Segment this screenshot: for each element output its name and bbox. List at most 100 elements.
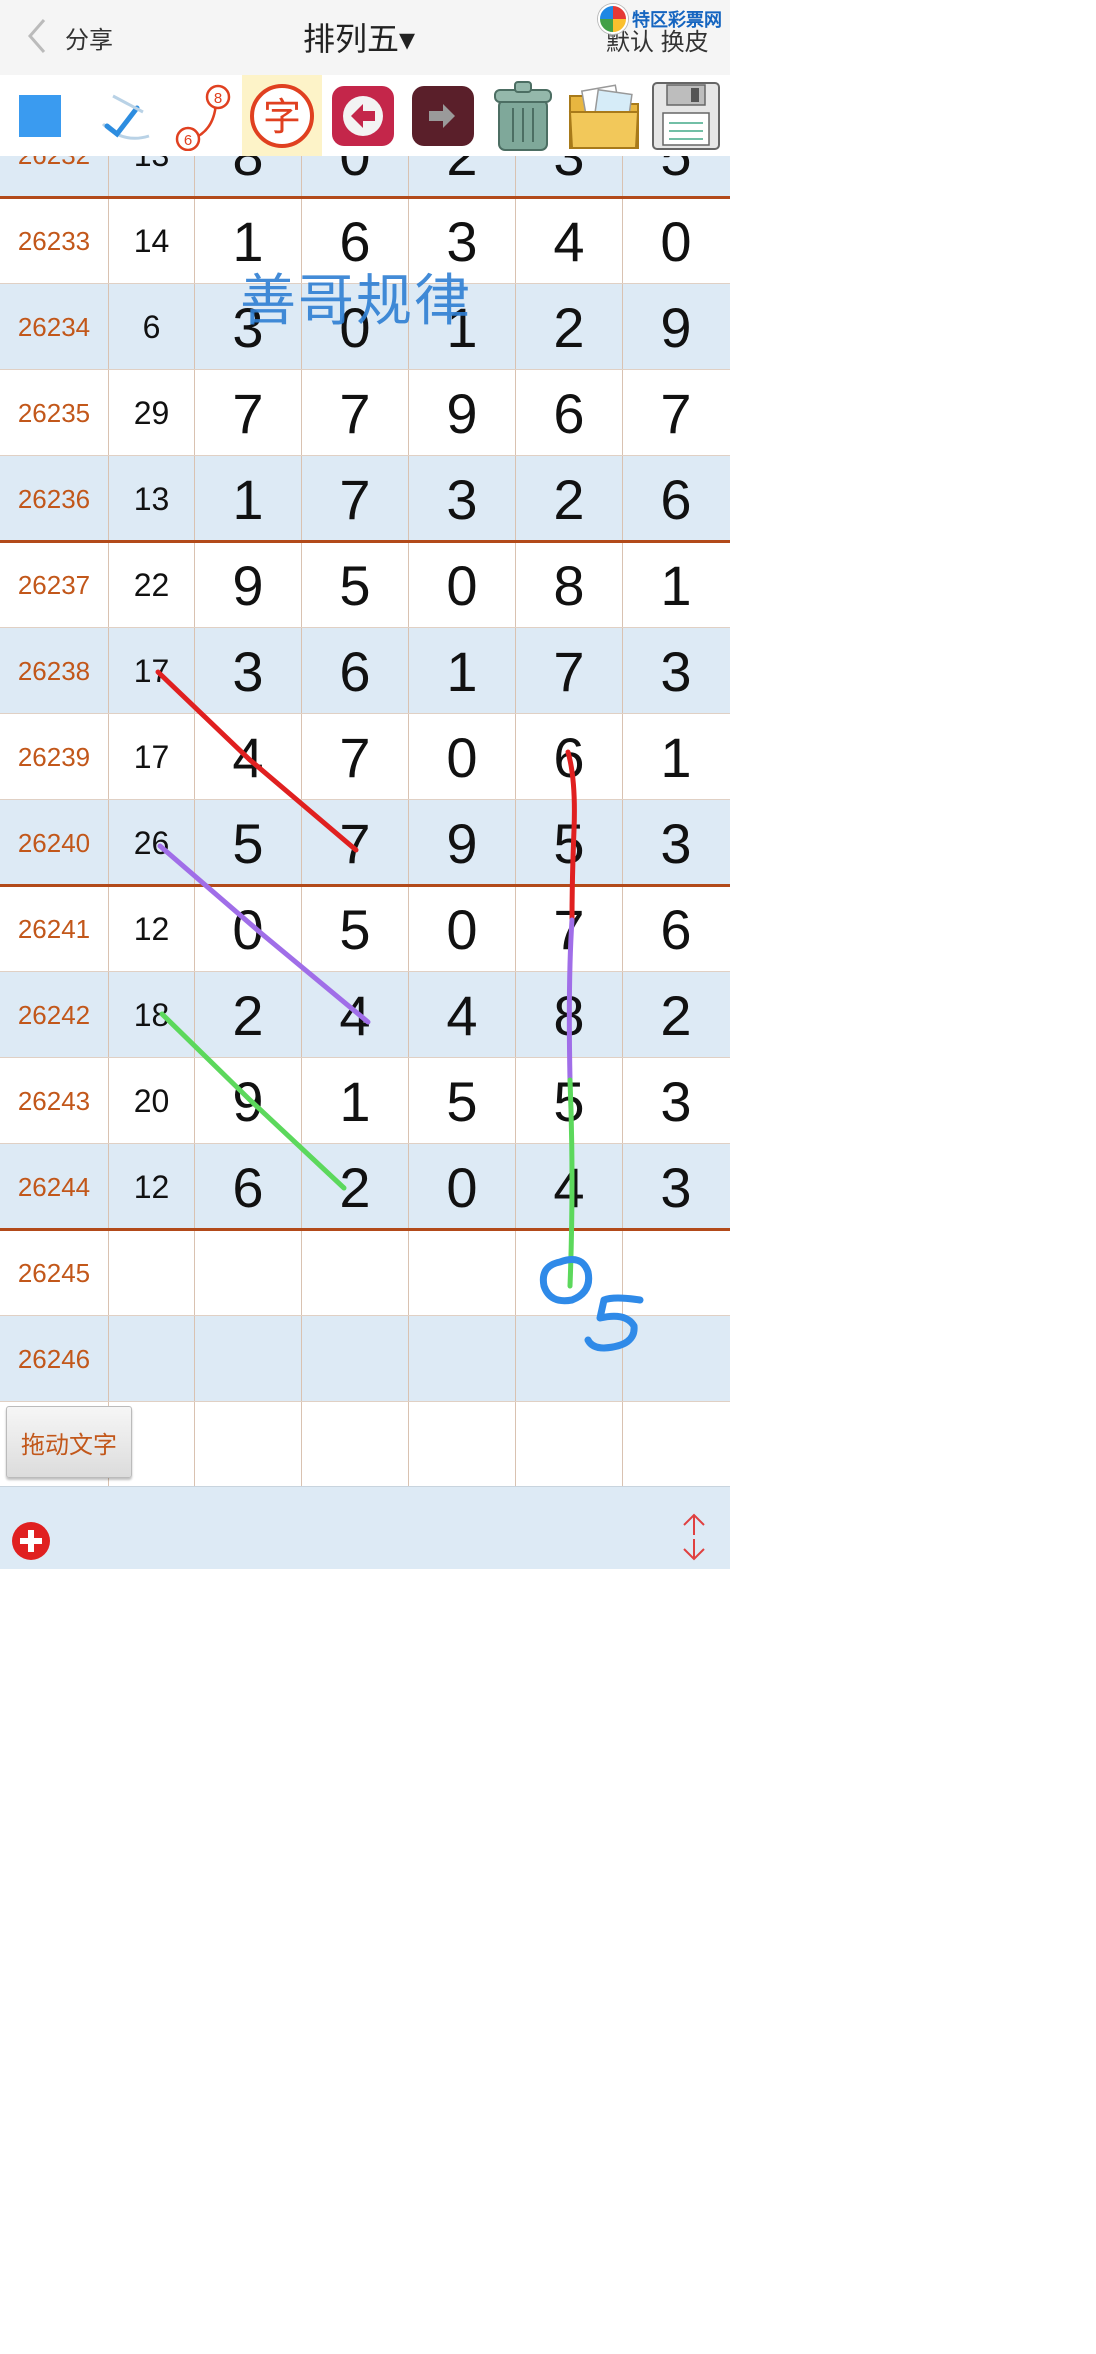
digit-cell[interactable] xyxy=(408,1316,515,1402)
digit-cell[interactable]: 4 xyxy=(408,972,515,1058)
curve-tool-button[interactable]: 6 8 xyxy=(168,75,238,157)
digit-cell[interactable]: 1 xyxy=(301,1058,408,1144)
digit-cell[interactable]: 5 xyxy=(408,1058,515,1144)
chevron-left-icon[interactable] xyxy=(22,18,62,54)
table-row: 26246 xyxy=(0,1316,730,1402)
digit-cell[interactable] xyxy=(408,1402,515,1486)
digit-cell[interactable]: 7 xyxy=(301,456,408,542)
digit-cell[interactable]: 3 xyxy=(622,800,729,886)
text-tool-button[interactable]: 字 xyxy=(242,75,322,157)
sum-cell: 13 xyxy=(108,156,194,198)
digit-cell[interactable]: 4 xyxy=(301,972,408,1058)
digit-cell[interactable]: 8 xyxy=(515,972,622,1058)
digit-cell[interactable]: 3 xyxy=(622,628,729,714)
period-cell: 26240 xyxy=(17,827,91,858)
digit-cell[interactable]: 0 xyxy=(622,198,729,284)
digit-cell[interactable]: 6 xyxy=(194,1144,301,1230)
digit-cell[interactable]: 7 xyxy=(515,886,622,972)
svg-text:6: 6 xyxy=(184,132,192,149)
digit-cell[interactable]: 8 xyxy=(194,156,301,198)
digit-cell[interactable]: 5 xyxy=(515,1058,622,1144)
digit-cell[interactable]: 0 xyxy=(408,714,515,800)
digit-cell[interactable]: 9 xyxy=(194,542,301,628)
digit-cell[interactable] xyxy=(194,1316,301,1402)
digit-cell[interactable] xyxy=(301,1402,408,1486)
group-divider xyxy=(0,884,730,887)
digit-cell[interactable]: 6 xyxy=(622,886,729,972)
redo-button[interactable] xyxy=(406,75,480,157)
up-down-arrows-icon[interactable] xyxy=(680,1511,708,1563)
drag-text-button[interactable]: 拖动文字 xyxy=(6,1406,132,1478)
digit-cell[interactable]: 9 xyxy=(408,370,515,456)
period-cell: 26234 xyxy=(17,311,91,342)
digit-cell[interactable]: 3 xyxy=(408,456,515,542)
sum-cell: 13 xyxy=(108,456,194,542)
share-button[interactable]: 分享 xyxy=(65,20,113,55)
digit-cell[interactable]: 2 xyxy=(301,1144,408,1230)
lottery-type-dropdown[interactable]: 排列五▾ xyxy=(303,14,415,60)
digit-cell[interactable]: 0 xyxy=(408,1144,515,1230)
digit-cell[interactable]: 7 xyxy=(194,370,301,456)
color-picker-button[interactable] xyxy=(8,75,72,157)
digit-cell[interactable] xyxy=(194,1230,301,1316)
digit-cell[interactable]: 5 xyxy=(301,886,408,972)
digit-cell[interactable]: 6 xyxy=(515,714,622,800)
digit-cell[interactable] xyxy=(301,1316,408,1402)
digit-cell[interactable]: 5 xyxy=(515,800,622,886)
digit-cell[interactable]: 2 xyxy=(515,456,622,542)
digit-cell[interactable]: 1 xyxy=(408,628,515,714)
digit-cell[interactable]: 5 xyxy=(194,800,301,886)
digit-cell[interactable] xyxy=(622,1402,729,1486)
pen-tool-button[interactable] xyxy=(88,75,168,157)
digit-cell[interactable]: 4 xyxy=(515,1144,622,1230)
digit-cell[interactable]: 0 xyxy=(194,886,301,972)
digit-cell[interactable]: 6 xyxy=(622,456,729,542)
digit-cell[interactable]: 7 xyxy=(515,628,622,714)
digit-cell[interactable]: 0 xyxy=(408,542,515,628)
digit-cell[interactable]: 0 xyxy=(408,886,515,972)
digit-cell[interactable]: 3 xyxy=(622,1058,729,1144)
digit-cell[interactable]: 8 xyxy=(515,542,622,628)
digit-cell[interactable]: 4 xyxy=(515,198,622,284)
digit-cell[interactable]: 9 xyxy=(408,800,515,886)
digit-cell[interactable] xyxy=(515,1230,622,1316)
digit-cell[interactable]: 5 xyxy=(301,542,408,628)
svg-text:8: 8 xyxy=(214,90,222,107)
digit-cell[interactable]: 7 xyxy=(301,370,408,456)
digit-cell[interactable]: 3 xyxy=(515,156,622,198)
digit-cell[interactable]: 3 xyxy=(622,1144,729,1230)
digit-cell[interactable] xyxy=(515,1316,622,1402)
digit-cell[interactable]: 7 xyxy=(622,370,729,456)
digit-cell[interactable]: 6 xyxy=(515,370,622,456)
digit-cell[interactable]: 7 xyxy=(301,800,408,886)
digit-cell[interactable]: 6 xyxy=(301,628,408,714)
digit-cell[interactable]: 2 xyxy=(515,284,622,370)
clear-button[interactable] xyxy=(484,75,562,157)
digit-cell[interactable]: 2 xyxy=(194,972,301,1058)
digit-cell[interactable] xyxy=(408,1230,515,1316)
digit-cell[interactable]: 9 xyxy=(194,1058,301,1144)
digit-cell[interactable]: 3 xyxy=(194,628,301,714)
group-divider xyxy=(0,1228,730,1231)
table-row: 26237 22 9 5 0 8 1 xyxy=(0,542,730,628)
digit-cell[interactable]: 2 xyxy=(622,972,729,1058)
digit-cell[interactable] xyxy=(622,1230,729,1316)
digit-cell[interactable] xyxy=(301,1230,408,1316)
digit-cell[interactable]: 1 xyxy=(622,542,729,628)
digit-cell[interactable] xyxy=(515,1402,622,1486)
digit-cell[interactable]: 4 xyxy=(194,714,301,800)
text-tool-icon: 字 xyxy=(250,84,314,148)
digit-cell[interactable] xyxy=(194,1402,301,1486)
digit-cell[interactable] xyxy=(622,1316,729,1402)
digit-cell[interactable]: 5 xyxy=(622,156,729,198)
digit-cell[interactable]: 0 xyxy=(301,156,408,198)
digit-cell[interactable]: 7 xyxy=(301,714,408,800)
digit-cell[interactable]: 2 xyxy=(408,156,515,198)
digit-cell[interactable]: 1 xyxy=(622,714,729,800)
undo-button[interactable] xyxy=(326,75,400,157)
digit-cell[interactable]: 9 xyxy=(622,284,729,370)
save-button[interactable] xyxy=(646,75,726,157)
add-circle-icon[interactable] xyxy=(12,1522,50,1560)
image-button[interactable] xyxy=(564,75,644,157)
digit-cell[interactable]: 1 xyxy=(194,456,301,542)
